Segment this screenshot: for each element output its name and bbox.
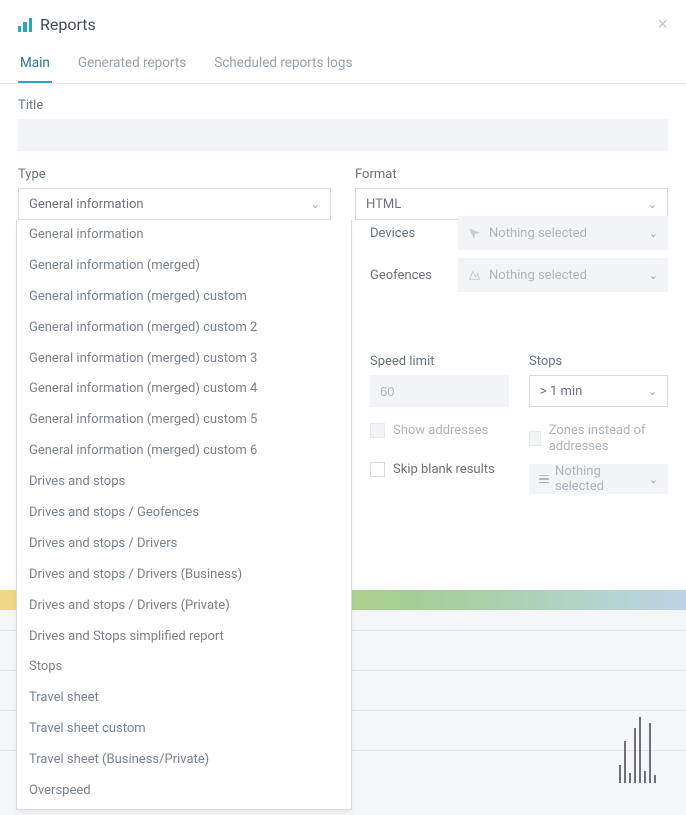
stops-label: Stops — [529, 354, 668, 369]
chevron-down-icon: ⌄ — [648, 385, 657, 398]
type-option[interactable]: General information (merged) custom 5 — [17, 405, 351, 436]
devices-label: Devices — [370, 226, 444, 241]
skip-blank-label: Skip blank results — [393, 462, 495, 477]
geofences-placeholder: Nothing selected — [489, 268, 587, 283]
zones-picker[interactable]: Nothing selected ⌄ — [529, 464, 668, 494]
type-option[interactable]: Drives and stops / Geofences — [17, 498, 351, 529]
type-label: Type — [18, 167, 331, 182]
speed-limit-input[interactable] — [370, 375, 509, 407]
reports-modal: Reports × Main Generated reports Schedul… — [0, 0, 686, 230]
skip-blank-checkbox[interactable] — [370, 462, 385, 477]
type-select-value: General information — [29, 197, 144, 212]
stops-select-value: > 1 min — [540, 384, 582, 399]
chevron-down-icon: ⌄ — [648, 198, 657, 211]
devices-placeholder: Nothing selected — [489, 226, 587, 241]
chart-spikes — [619, 717, 656, 783]
type-option[interactable]: General information — [17, 220, 351, 251]
type-option[interactable]: Overspeed — [17, 776, 351, 807]
list-icon — [539, 475, 549, 484]
type-option[interactable]: Travel sheet (Business/Private) — [17, 745, 351, 776]
tab-generated-reports[interactable]: Generated reports — [76, 45, 188, 83]
show-addresses-label: Show addresses — [393, 423, 488, 438]
type-option[interactable]: Travel sheet — [17, 683, 351, 714]
type-option[interactable]: Drives and Stops simplified report — [17, 622, 351, 653]
modal-header: Reports × — [0, 0, 686, 45]
geofence-icon — [468, 269, 481, 282]
chevron-down-icon: ⌄ — [311, 198, 320, 211]
chevron-down-icon: ⌄ — [649, 269, 658, 282]
chevron-down-icon: ⌄ — [649, 473, 658, 486]
geofences-label: Geofences — [370, 268, 444, 283]
title-label: Title — [18, 98, 668, 113]
type-option[interactable]: General information (merged) — [17, 251, 351, 282]
chevron-down-icon: ⌄ — [649, 227, 658, 240]
type-option[interactable]: General information (merged) custom 4 — [17, 374, 351, 405]
type-option[interactable]: Drives and stops — [17, 467, 351, 498]
type-option[interactable]: Drives and stops / Drivers (Private) — [17, 591, 351, 622]
format-label: Format — [355, 167, 668, 182]
type-option[interactable]: Drives and stops / Drivers (Business) — [17, 560, 351, 591]
type-option[interactable]: Travel sheet custom — [17, 714, 351, 745]
stops-select[interactable]: > 1 min ⌄ — [529, 375, 668, 407]
title-input[interactable] — [18, 119, 668, 151]
geofences-picker[interactable]: Nothing selected ⌄ — [458, 258, 668, 292]
tab-main[interactable]: Main — [18, 45, 52, 83]
reports-icon — [18, 18, 32, 32]
modal-body: Title Type General information ⌄ Format … — [0, 84, 686, 230]
type-option[interactable]: Overspeed / Geofences — [17, 807, 351, 810]
type-option[interactable]: Drives and stops / Drivers — [17, 529, 351, 560]
tab-scheduled-reports-logs[interactable]: Scheduled reports logs — [212, 45, 354, 83]
show-addresses-checkbox[interactable] — [370, 423, 385, 438]
tabs: Main Generated reports Scheduled reports… — [0, 45, 686, 84]
type-option[interactable]: General information (merged) custom 6 — [17, 436, 351, 467]
type-option[interactable]: General information (merged) custom 3 — [17, 344, 351, 375]
zones-instead-label: Zones instead of addresses — [549, 423, 668, 454]
type-dropdown[interactable]: General informationGeneral information (… — [16, 220, 352, 810]
type-option[interactable]: General information (merged) custom 2 — [17, 313, 351, 344]
zones-instead-checkbox[interactable] — [529, 431, 541, 446]
type-select[interactable]: General information ⌄ — [18, 188, 331, 220]
devices-picker[interactable]: Nothing selected ⌄ — [458, 216, 668, 250]
type-option[interactable]: General information (merged) custom — [17, 282, 351, 313]
type-option[interactable]: Stops — [17, 652, 351, 683]
cursor-icon — [468, 227, 481, 240]
format-select-value: HTML — [366, 197, 401, 212]
page-title: Reports — [40, 15, 96, 34]
speed-limit-label: Speed limit — [370, 354, 509, 369]
zones-picker-placeholder: Nothing selected — [555, 464, 649, 494]
close-icon[interactable]: × — [657, 14, 668, 35]
